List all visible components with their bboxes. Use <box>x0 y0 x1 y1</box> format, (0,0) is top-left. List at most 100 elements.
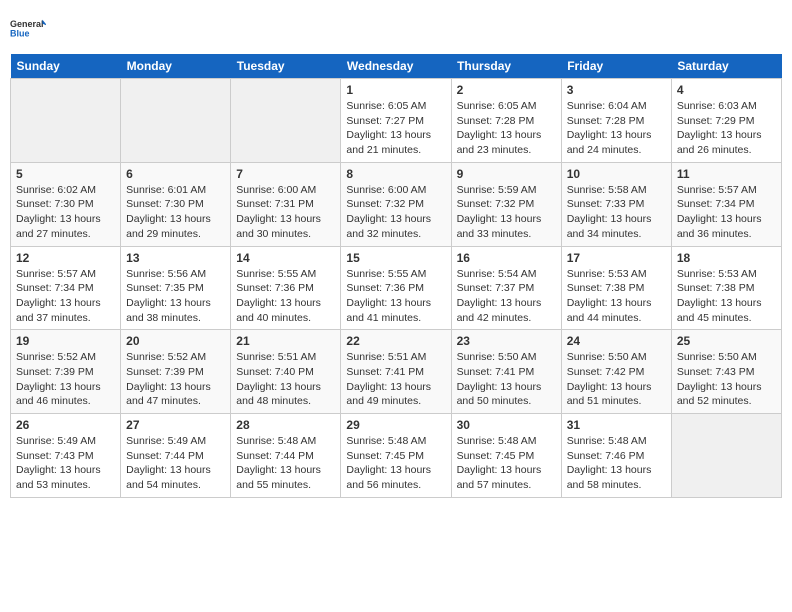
calendar-cell: 4 Sunrise: 6:03 AMSunset: 7:29 PMDaylight… <box>671 79 781 163</box>
header-friday: Friday <box>561 54 671 79</box>
day-info: Sunrise: 5:53 AMSunset: 7:38 PMDaylight:… <box>567 267 666 326</box>
day-number: 10 <box>567 167 666 181</box>
day-info: Sunrise: 5:55 AMSunset: 7:36 PMDaylight:… <box>346 267 445 326</box>
day-info: Sunrise: 5:54 AMSunset: 7:37 PMDaylight:… <box>457 267 556 326</box>
day-number: 23 <box>457 334 556 348</box>
day-info: Sunrise: 6:01 AMSunset: 7:30 PMDaylight:… <box>126 183 225 242</box>
day-number: 7 <box>236 167 335 181</box>
header-sunday: Sunday <box>11 54 121 79</box>
calendar-cell: 23 Sunrise: 5:50 AMSunset: 7:41 PMDayligh… <box>451 330 561 414</box>
day-number: 14 <box>236 251 335 265</box>
day-info: Sunrise: 5:49 AMSunset: 7:43 PMDaylight:… <box>16 434 115 493</box>
day-info: Sunrise: 5:48 AMSunset: 7:45 PMDaylight:… <box>346 434 445 493</box>
calendar-cell: 25 Sunrise: 5:50 AMSunset: 7:43 PMDayligh… <box>671 330 781 414</box>
calendar-cell: 6 Sunrise: 6:01 AMSunset: 7:30 PMDaylight… <box>121 162 231 246</box>
day-number: 19 <box>16 334 115 348</box>
day-info: Sunrise: 5:52 AMSunset: 7:39 PMDaylight:… <box>16 350 115 409</box>
calendar-cell: 21 Sunrise: 5:51 AMSunset: 7:40 PMDayligh… <box>231 330 341 414</box>
header-tuesday: Tuesday <box>231 54 341 79</box>
calendar-cell: 10 Sunrise: 5:58 AMSunset: 7:33 PMDayligh… <box>561 162 671 246</box>
calendar-cell: 8 Sunrise: 6:00 AMSunset: 7:32 PMDaylight… <box>341 162 451 246</box>
day-info: Sunrise: 5:56 AMSunset: 7:35 PMDaylight:… <box>126 267 225 326</box>
header-monday: Monday <box>121 54 231 79</box>
calendar-cell: 22Sunrise: 5:51 AMSunset: 7:41 PMDayligh… <box>341 330 451 414</box>
day-number: 22 <box>346 334 445 348</box>
day-number: 25 <box>677 334 776 348</box>
week-row-2: 5 Sunrise: 6:02 AMSunset: 7:30 PMDaylight… <box>11 162 782 246</box>
day-number: 6 <box>126 167 225 181</box>
day-number: 1 <box>346 83 445 97</box>
day-info: Sunrise: 5:50 AMSunset: 7:41 PMDaylight:… <box>457 350 556 409</box>
day-info: Sunrise: 5:49 AMSunset: 7:44 PMDaylight:… <box>126 434 225 493</box>
calendar-cell: 11Sunrise: 5:57 AMSunset: 7:34 PMDayligh… <box>671 162 781 246</box>
day-info: Sunrise: 5:51 AMSunset: 7:40 PMDaylight:… <box>236 350 335 409</box>
day-info: Sunrise: 5:59 AMSunset: 7:32 PMDaylight:… <box>457 183 556 242</box>
day-info: Sunrise: 6:00 AMSunset: 7:31 PMDaylight:… <box>236 183 335 242</box>
calendar-cell: 26 Sunrise: 5:49 AMSunset: 7:43 PMDayligh… <box>11 414 121 498</box>
day-number: 12 <box>16 251 115 265</box>
day-info: Sunrise: 5:50 AMSunset: 7:43 PMDaylight:… <box>677 350 776 409</box>
calendar-cell: 29 Sunrise: 5:48 AMSunset: 7:45 PMDayligh… <box>341 414 451 498</box>
calendar-cell: 3 Sunrise: 6:04 AMSunset: 7:28 PMDaylight… <box>561 79 671 163</box>
day-info: Sunrise: 6:05 AMSunset: 7:27 PMDaylight:… <box>346 99 445 158</box>
day-info: Sunrise: 6:00 AMSunset: 7:32 PMDaylight:… <box>346 183 445 242</box>
calendar-cell <box>121 79 231 163</box>
calendar-cell: 5 Sunrise: 6:02 AMSunset: 7:30 PMDaylight… <box>11 162 121 246</box>
day-number: 8 <box>346 167 445 181</box>
day-info: Sunrise: 6:05 AMSunset: 7:28 PMDaylight:… <box>457 99 556 158</box>
day-number: 13 <box>126 251 225 265</box>
day-info: Sunrise: 6:03 AMSunset: 7:29 PMDaylight:… <box>677 99 776 158</box>
week-row-3: 12 Sunrise: 5:57 AMSunset: 7:34 PMDayligh… <box>11 246 782 330</box>
day-number: 16 <box>457 251 556 265</box>
calendar-cell: 9 Sunrise: 5:59 AMSunset: 7:32 PMDaylight… <box>451 162 561 246</box>
day-number: 20 <box>126 334 225 348</box>
day-info: Sunrise: 5:48 AMSunset: 7:45 PMDaylight:… <box>457 434 556 493</box>
day-info: Sunrise: 6:02 AMSunset: 7:30 PMDaylight:… <box>16 183 115 242</box>
day-number: 31 <box>567 418 666 432</box>
calendar-cell <box>11 79 121 163</box>
calendar-cell: 16 Sunrise: 5:54 AMSunset: 7:37 PMDayligh… <box>451 246 561 330</box>
svg-text:General: General <box>10 19 44 29</box>
logo: General Blue <box>10 10 46 46</box>
day-number: 11 <box>677 167 776 181</box>
day-number: 18 <box>677 251 776 265</box>
day-number: 3 <box>567 83 666 97</box>
calendar-cell: 12 Sunrise: 5:57 AMSunset: 7:34 PMDayligh… <box>11 246 121 330</box>
day-number: 26 <box>16 418 115 432</box>
page-header: General Blue <box>10 10 782 46</box>
calendar-header-row: SundayMondayTuesdayWednesdayThursdayFrid… <box>11 54 782 79</box>
calendar-cell: 24Sunrise: 5:50 AMSunset: 7:42 PMDayligh… <box>561 330 671 414</box>
day-info: Sunrise: 5:48 AMSunset: 7:46 PMDaylight:… <box>567 434 666 493</box>
calendar-cell <box>671 414 781 498</box>
day-number: 30 <box>457 418 556 432</box>
calendar-cell: 14Sunrise: 5:55 AMSunset: 7:36 PMDayligh… <box>231 246 341 330</box>
logo-svg: General Blue <box>10 10 46 46</box>
day-number: 17 <box>567 251 666 265</box>
calendar-table: SundayMondayTuesdayWednesdayThursdayFrid… <box>10 54 782 498</box>
calendar-cell: 28Sunrise: 5:48 AMSunset: 7:44 PMDayligh… <box>231 414 341 498</box>
day-info: Sunrise: 5:58 AMSunset: 7:33 PMDaylight:… <box>567 183 666 242</box>
week-row-4: 19 Sunrise: 5:52 AMSunset: 7:39 PMDayligh… <box>11 330 782 414</box>
calendar-cell: 2 Sunrise: 6:05 AMSunset: 7:28 PMDaylight… <box>451 79 561 163</box>
calendar-cell: 13 Sunrise: 5:56 AMSunset: 7:35 PMDayligh… <box>121 246 231 330</box>
day-number: 2 <box>457 83 556 97</box>
calendar-cell: 20Sunrise: 5:52 AMSunset: 7:39 PMDayligh… <box>121 330 231 414</box>
day-number: 29 <box>346 418 445 432</box>
day-info: Sunrise: 5:57 AMSunset: 7:34 PMDaylight:… <box>16 267 115 326</box>
calendar-cell: 1 Sunrise: 6:05 AMSunset: 7:27 PMDaylight… <box>341 79 451 163</box>
day-number: 21 <box>236 334 335 348</box>
calendar-cell: 7 Sunrise: 6:00 AMSunset: 7:31 PMDaylight… <box>231 162 341 246</box>
calendar-cell: 15Sunrise: 5:55 AMSunset: 7:36 PMDayligh… <box>341 246 451 330</box>
day-number: 9 <box>457 167 556 181</box>
day-info: Sunrise: 5:53 AMSunset: 7:38 PMDaylight:… <box>677 267 776 326</box>
day-info: Sunrise: 5:50 AMSunset: 7:42 PMDaylight:… <box>567 350 666 409</box>
calendar-cell: 31 Sunrise: 5:48 AMSunset: 7:46 PMDayligh… <box>561 414 671 498</box>
day-number: 4 <box>677 83 776 97</box>
header-wednesday: Wednesday <box>341 54 451 79</box>
day-number: 27 <box>126 418 225 432</box>
day-number: 5 <box>16 167 115 181</box>
day-info: Sunrise: 6:04 AMSunset: 7:28 PMDaylight:… <box>567 99 666 158</box>
calendar-cell: 19 Sunrise: 5:52 AMSunset: 7:39 PMDayligh… <box>11 330 121 414</box>
calendar-cell: 27 Sunrise: 5:49 AMSunset: 7:44 PMDayligh… <box>121 414 231 498</box>
calendar-cell: 17 Sunrise: 5:53 AMSunset: 7:38 PMDayligh… <box>561 246 671 330</box>
